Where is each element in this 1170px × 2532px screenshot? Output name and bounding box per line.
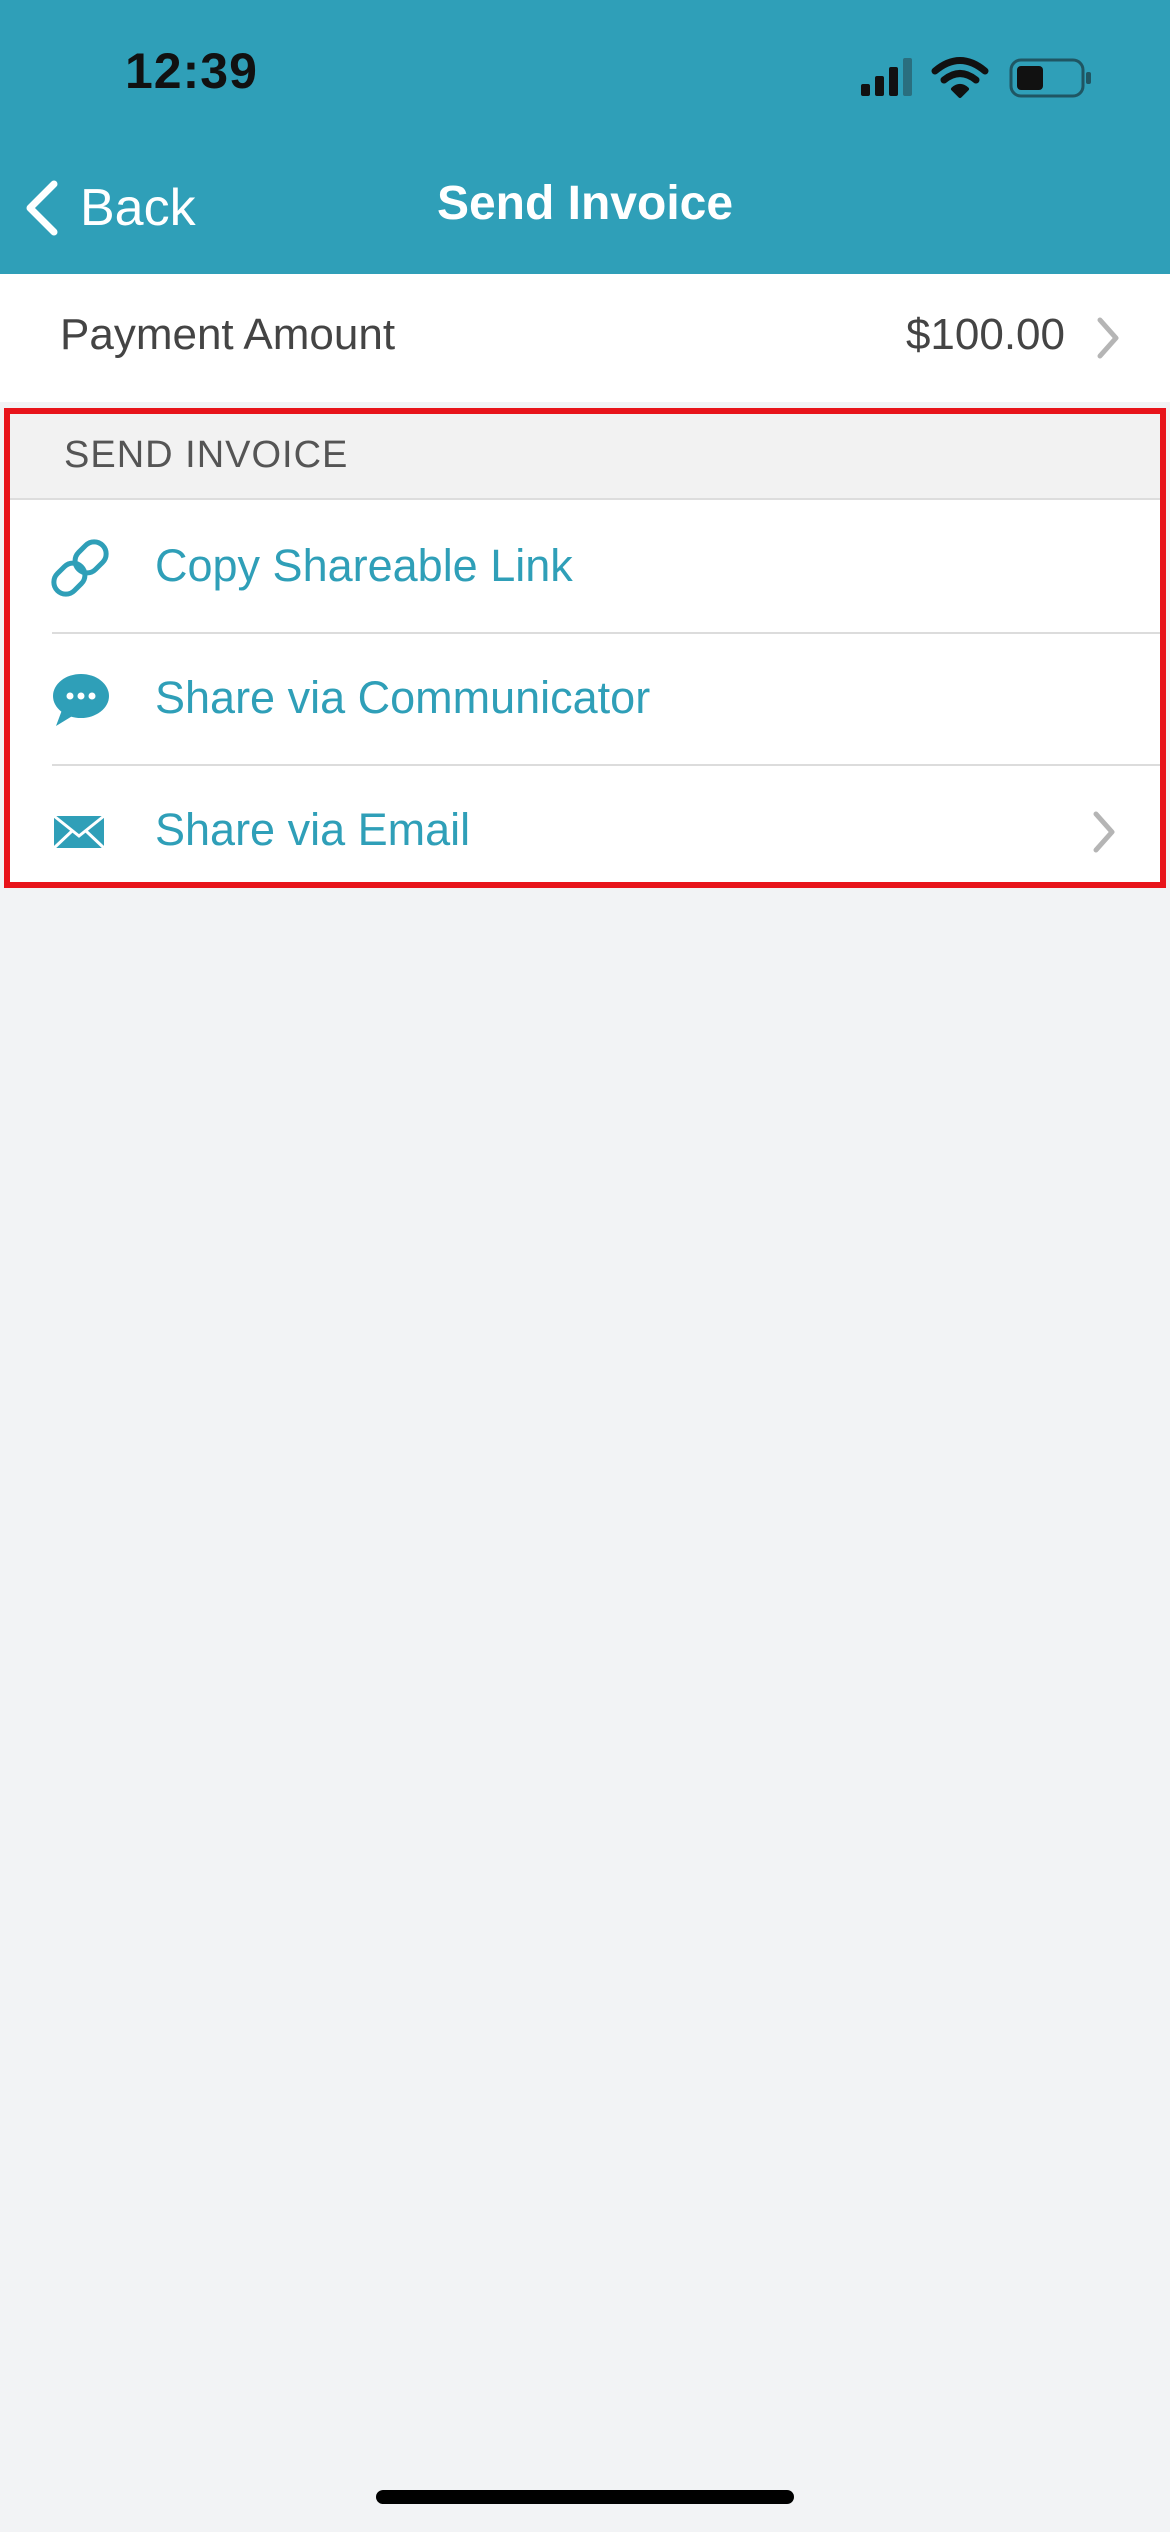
share-via-email-row[interactable]: Share via Email [10, 766, 1160, 898]
share-via-email-label: Share via Email [155, 804, 471, 855]
payment-amount-label: Payment Amount [60, 310, 396, 359]
payment-amount-value: $100.00 [905, 310, 1065, 359]
cellular-signal-icon [861, 58, 912, 96]
app-header: 12:39 Back Send Invoice [0, 0, 1170, 274]
chevron-right-icon [1093, 811, 1115, 853]
status-time: 12:39 [125, 43, 258, 99]
envelope-icon [52, 814, 106, 850]
copy-shareable-link-row[interactable]: Copy Shareable Link [10, 502, 1160, 634]
copy-shareable-link-label: Copy Shareable Link [155, 540, 573, 591]
send-invoice-section: SEND INVOICE Copy Shareable Link Share v… [4, 408, 1166, 888]
chevron-right-icon [1097, 317, 1119, 359]
chat-bubble-icon [53, 674, 109, 726]
share-via-communicator-row[interactable]: Share via Communicator [10, 634, 1160, 766]
wifi-icon [931, 57, 989, 98]
link-icon [51, 539, 109, 597]
section-header: SEND INVOICE [10, 414, 1160, 500]
payment-amount-row[interactable]: Payment Amount $100.00 [0, 274, 1170, 402]
page-title: Send Invoice [436, 177, 734, 230]
home-indicator[interactable] [376, 2490, 794, 2504]
section-header-label: SEND INVOICE [64, 434, 349, 476]
share-via-communicator-label: Share via Communicator [155, 672, 651, 723]
battery-icon [1009, 58, 1091, 98]
